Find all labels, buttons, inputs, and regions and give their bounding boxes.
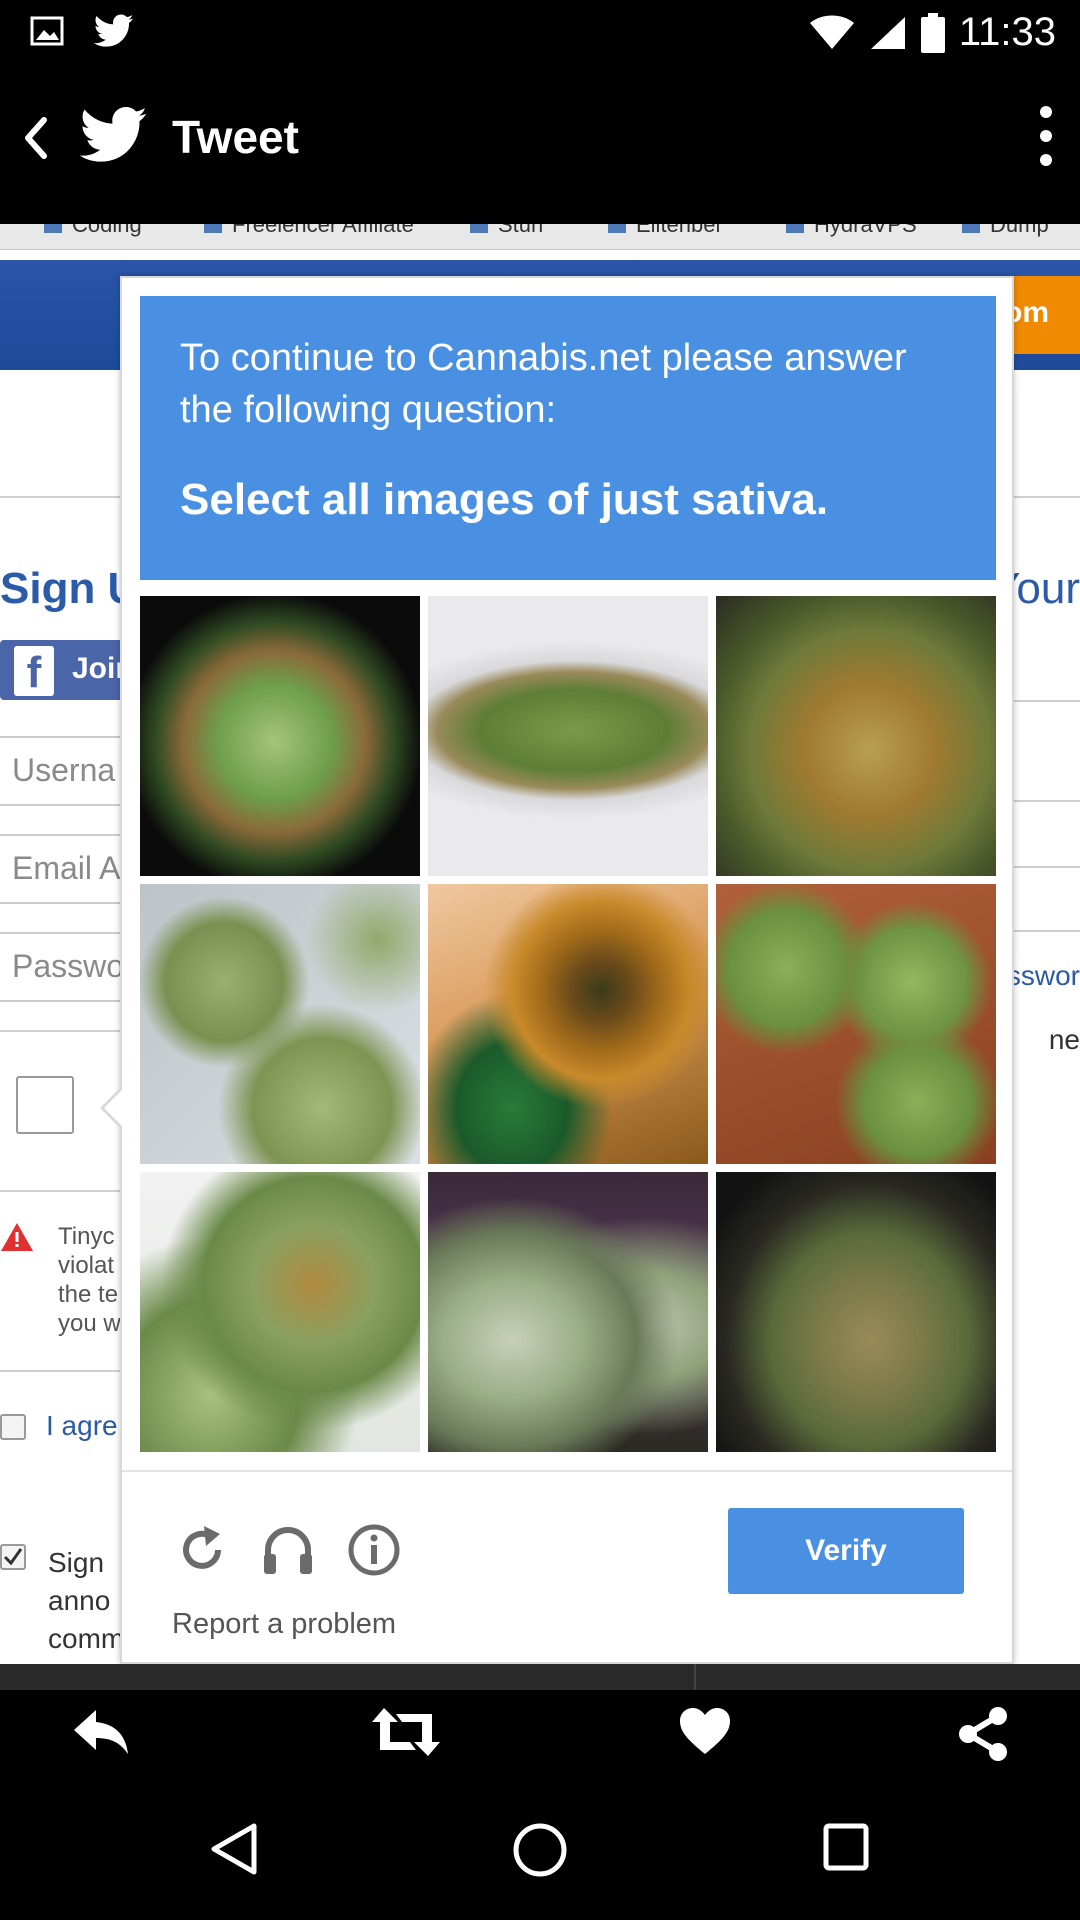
system-nav-bar xyxy=(0,1780,1080,1920)
status-time: 11:33 xyxy=(958,10,1056,54)
password-field[interactable]: Passwo xyxy=(0,932,130,1002)
bookmark-item[interactable]: Freelencer Affiliate xyxy=(204,224,414,238)
facebook-join-button[interactable]: f Join xyxy=(0,640,134,700)
tweet-actions-bar xyxy=(0,1690,1080,1780)
check-icon xyxy=(3,1548,23,1566)
email-field[interactable]: Email A xyxy=(0,834,130,904)
captcha-footer-divider xyxy=(122,1470,1012,1472)
facebook-icon: f xyxy=(14,646,54,697)
newsletter-checkbox[interactable] xyxy=(0,1544,26,1570)
home-nav-icon[interactable] xyxy=(512,1822,568,1878)
status-bar: 11:33 xyxy=(0,0,1080,64)
captcha-question: To continue to Cannabis.net please answe… xyxy=(180,337,907,431)
agree-checkbox[interactable] xyxy=(0,1414,26,1440)
captcha-tile[interactable] xyxy=(140,1172,420,1452)
warning-text: Tinyc violat the te you w xyxy=(58,1223,121,1337)
captcha-tile[interactable] xyxy=(716,596,996,876)
captcha-image-grid xyxy=(140,596,996,1452)
warning-icon xyxy=(1,1223,33,1251)
twitter-icon xyxy=(94,14,134,47)
captcha-tile[interactable] xyxy=(140,596,420,876)
signup-title: Sign U xyxy=(0,564,140,613)
wifi-icon xyxy=(809,15,854,49)
captcha-prompt: To continue to Cannabis.net please answe… xyxy=(140,296,996,580)
divider xyxy=(1014,866,1080,868)
bookmarks-bar: Coding Freelencer Affiliate Stun Elitenb… xyxy=(0,224,1080,250)
back-arrow-icon[interactable] xyxy=(18,114,54,162)
like-icon[interactable] xyxy=(678,1706,732,1756)
overflow-menu-icon[interactable] xyxy=(1036,104,1056,168)
bookmark-item[interactable]: HydraVPS xyxy=(786,224,917,238)
forgot-password-link[interactable]: sswor xyxy=(1007,960,1080,992)
captcha-instruction: Select all images of just sativa. xyxy=(180,475,829,524)
right-text-fragment: ne xyxy=(1048,1024,1080,1055)
info-icon[interactable] xyxy=(346,1522,402,1578)
divider xyxy=(0,1370,130,1372)
battery-icon xyxy=(920,12,945,53)
twitter-bird-icon xyxy=(80,106,147,162)
divider xyxy=(1014,800,1080,802)
username-field[interactable]: Userna xyxy=(0,736,130,806)
report-problem-link[interactable]: Report a problem xyxy=(172,1608,396,1641)
captcha-tile[interactable] xyxy=(716,1172,996,1452)
newsletter-text: Sign anno comm xyxy=(48,1547,125,1654)
captcha-tile[interactable] xyxy=(716,884,996,1164)
verify-button[interactable]: Verify xyxy=(728,1508,964,1594)
agree-text[interactable]: I agre xyxy=(46,1410,118,1442)
recents-nav-icon[interactable] xyxy=(822,1822,870,1872)
divider xyxy=(694,1664,696,1690)
bookmark-item[interactable]: Elitenbel xyxy=(608,224,720,238)
back-nav-icon[interactable] xyxy=(210,1822,258,1876)
divider xyxy=(1014,700,1080,702)
captcha-tile[interactable] xyxy=(428,1172,708,1452)
divider xyxy=(0,1190,130,1192)
divider xyxy=(1014,930,1080,932)
captcha-checkbox[interactable] xyxy=(16,1076,74,1134)
app-bar: Tweet xyxy=(0,64,1080,224)
retweet-icon[interactable] xyxy=(370,1706,442,1758)
gallery-icon xyxy=(30,16,64,46)
webview-bottom-strip xyxy=(0,1664,1080,1690)
captcha-dialog: To continue to Cannabis.net please answe… xyxy=(100,276,1014,1664)
captcha-tile[interactable] xyxy=(140,884,420,1164)
bookmark-item[interactable]: Dump xyxy=(962,224,1049,238)
reply-icon[interactable] xyxy=(70,1706,132,1758)
captcha-tile[interactable] xyxy=(428,596,708,876)
signal-icon xyxy=(870,16,905,49)
captcha-tile[interactable] xyxy=(428,884,708,1164)
bookmark-item[interactable]: Stun xyxy=(470,224,543,238)
app-bar-title: Tweet xyxy=(172,111,299,163)
divider xyxy=(0,1030,130,1032)
audio-challenge-icon[interactable] xyxy=(260,1522,316,1578)
share-icon[interactable] xyxy=(956,1706,1012,1762)
bookmark-item[interactable]: Coding xyxy=(44,224,142,238)
refresh-icon[interactable] xyxy=(174,1522,230,1578)
